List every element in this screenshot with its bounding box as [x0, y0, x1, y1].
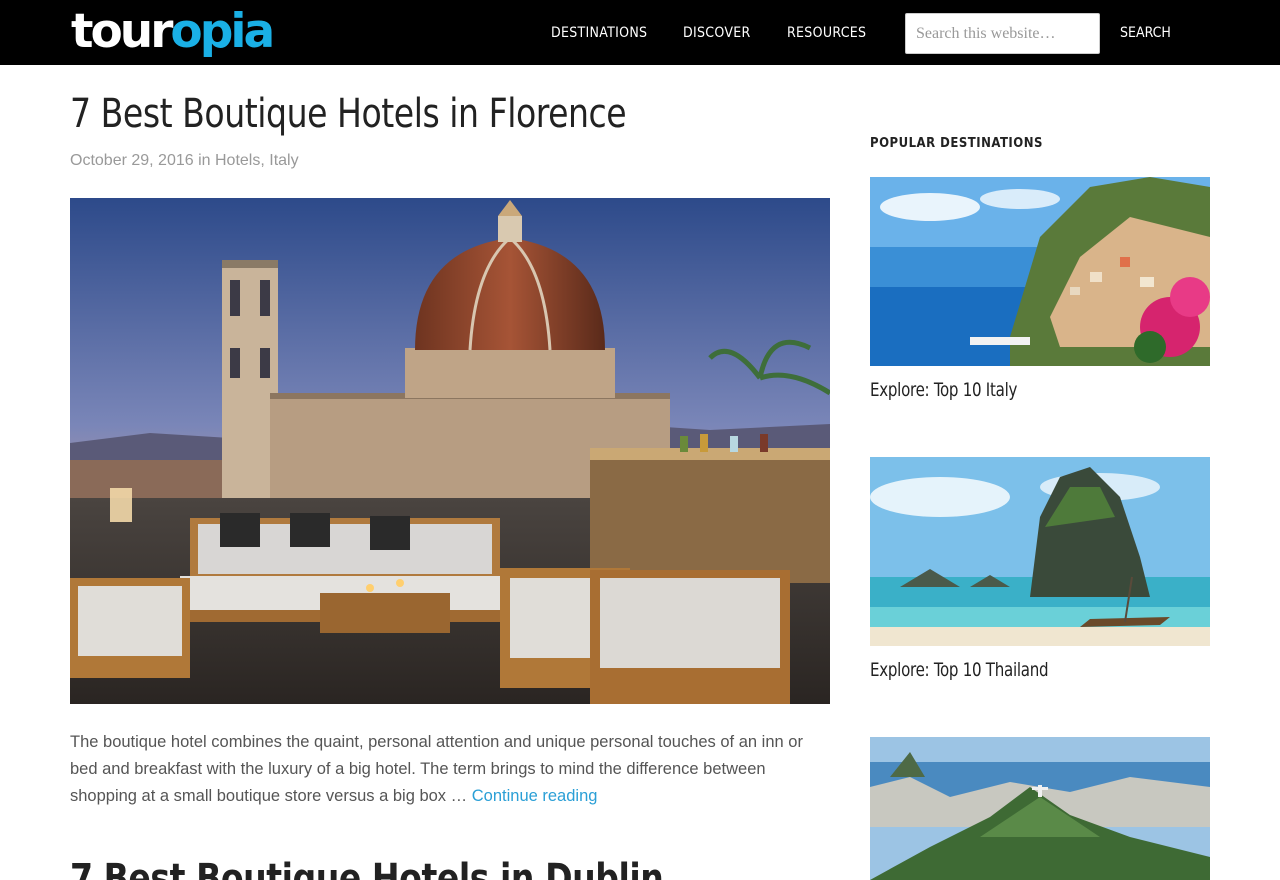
post-in-label: in — [198, 152, 211, 169]
card-caption-italy[interactable]: Explore: Top 10 Italy — [870, 379, 1017, 401]
sidebar-title: POPULAR DESTINATIONS — [870, 136, 1043, 151]
search-input[interactable] — [905, 13, 1100, 54]
nav-resources[interactable]: RESOURCES — [787, 0, 866, 65]
top-navigation-bar: tour opia DESTINATIONS DISCOVER RESOURCES… — [0, 0, 1280, 65]
logo-part-opia: opia — [170, 4, 275, 59]
post-date: October 29, 2016 — [70, 152, 194, 169]
post-featured-image[interactable] — [70, 198, 830, 704]
post-title[interactable]: 7 Best Boutique Hotels in Florence — [70, 90, 769, 138]
italy-coast-illustration — [870, 177, 1210, 366]
thailand-beach-illustration — [870, 457, 1210, 646]
category-link-hotels[interactable]: Hotels — [215, 152, 260, 169]
italy-coast-image[interactable] — [870, 177, 1210, 366]
thailand-beach-image[interactable] — [870, 457, 1210, 646]
next-post-title[interactable]: 7 Best Boutique Hotels in Dublin — [70, 855, 769, 880]
post-excerpt-text: The boutique hotel combines the quaint, … — [70, 733, 803, 805]
nav-discover-label: DISCOVER — [683, 24, 751, 41]
card-caption-thailand[interactable]: Explore: Top 10 Thailand — [870, 659, 1049, 681]
nav-destinations[interactable]: DESTINATIONS — [551, 0, 647, 65]
nav-destinations-label: DESTINATIONS — [551, 24, 648, 41]
florence-rooftop-illustration — [70, 198, 830, 704]
logo-part-tour: tour — [71, 4, 173, 59]
nav-discover[interactable]: DISCOVER — [683, 0, 751, 65]
post-meta: October 29, 2016 in Hotels, Italy — [70, 152, 299, 169]
search-button[interactable]: SEARCH — [1120, 0, 1171, 65]
post-excerpt: The boutique hotel combines the quaint, … — [70, 729, 830, 810]
nav-resources-label: RESOURCES — [787, 24, 867, 41]
site-logo[interactable]: tour opia — [71, 4, 275, 59]
rio-image[interactable] — [870, 737, 1210, 880]
rio-illustration — [870, 737, 1210, 880]
category-link-italy[interactable]: Italy — [269, 152, 298, 169]
continue-reading-link[interactable]: Continue reading — [472, 787, 598, 805]
